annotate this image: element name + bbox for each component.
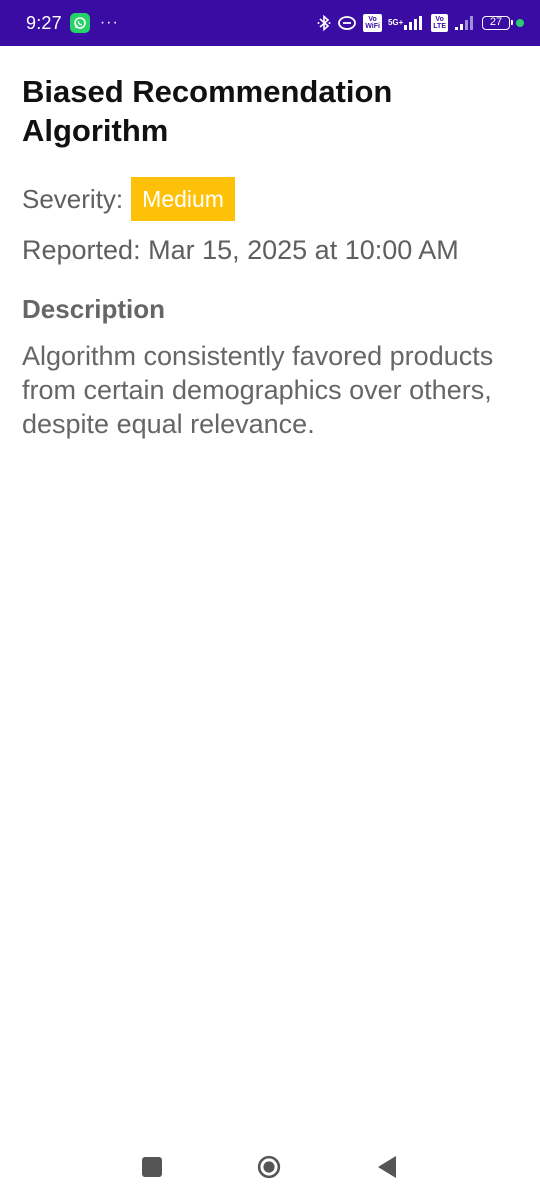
page-title: Biased Recommendation Algorithm	[22, 74, 393, 148]
reported-timestamp: Reported: Mar 15, 2025 at 10:00 AM	[22, 235, 459, 265]
network-type-label: 5G+	[387, 18, 404, 27]
volte-lte-icon: Vo LTE	[431, 14, 448, 32]
severity-label: Severity:	[22, 183, 124, 214]
incident-detail: Biased Recommendation Algorithm Severity…	[22, 72, 518, 441]
status-icons: Vo WiFi 5G+ Vo LTE 27	[317, 14, 524, 32]
home-circle-icon[interactable]	[257, 1155, 281, 1179]
recents-square-icon[interactable]	[140, 1155, 164, 1179]
link-icon	[337, 14, 357, 32]
back-triangle-icon[interactable]	[375, 1155, 399, 1179]
more-notifications-indicator: ···	[99, 14, 119, 31]
severity-badge: Medium	[131, 177, 235, 221]
battery-icon: 27	[482, 16, 513, 30]
signal-weak-icon	[454, 15, 476, 31]
bluetooth-icon	[317, 14, 331, 32]
description-heading: Description	[22, 294, 166, 324]
description-text: Algorithm consistently favored products …	[22, 341, 494, 439]
privacy-indicator-dot	[516, 19, 524, 27]
volte-wifi-icon: Vo WiFi	[363, 14, 382, 32]
signal-icon: 5G+	[388, 15, 425, 31]
severity-row: Severity: Medium	[22, 177, 518, 221]
status-time: 9:27	[26, 12, 62, 33]
system-navigation-bar	[0, 1135, 540, 1200]
whatsapp-icon	[69, 13, 90, 33]
status-bar: 9:27 ··· Vo WiFi 5G+ Vo LTE 27	[0, 0, 540, 46]
